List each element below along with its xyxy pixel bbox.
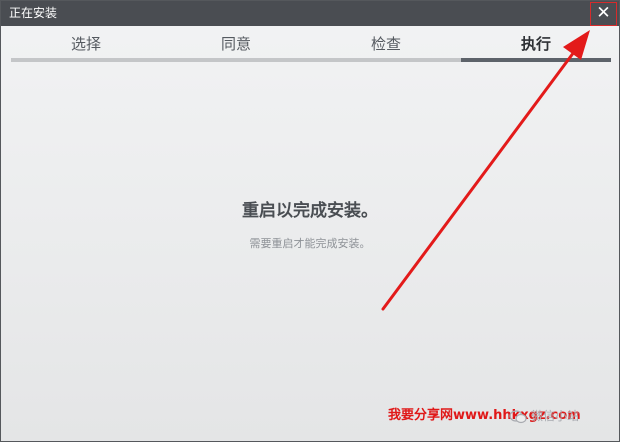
annotation-arrow-icon [381, 30, 590, 311]
